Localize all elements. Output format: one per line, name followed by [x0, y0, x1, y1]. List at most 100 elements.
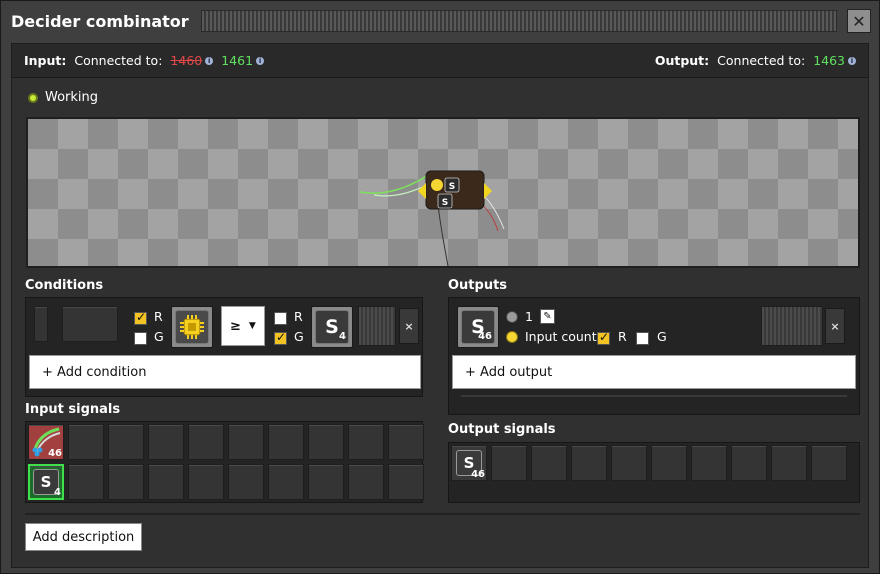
footer-divider — [25, 513, 860, 515]
constant-radio[interactable] — [506, 311, 518, 323]
input-green-network-id: 1461 — [221, 53, 254, 68]
input-signal-slot[interactable]: S 4 — [28, 464, 64, 500]
empty-signal-slot — [531, 445, 567, 481]
everything-signal-icon — [180, 315, 204, 339]
empty-signal-slot — [491, 445, 527, 481]
empty-signal-slot — [228, 464, 264, 500]
signal-count: 4 — [339, 331, 346, 342]
empty-signal-slot — [188, 464, 224, 500]
input-signals-label: Input signals — [25, 402, 121, 417]
connection-bar: Input: Connected to: 1460 i 1461 i Outpu… — [12, 44, 868, 78]
empty-signal-slot — [571, 445, 607, 481]
input-red-network-id: 1460 — [170, 53, 203, 68]
empty-signal-slot — [348, 464, 384, 500]
empty-signal-slot — [148, 424, 184, 460]
left-green-label: G — [154, 329, 164, 344]
condition-drag-area[interactable] — [358, 306, 396, 346]
comparator-dropdown[interactable]: ≥ ▼ — [221, 306, 265, 346]
empty-signal-slot — [771, 445, 807, 481]
output-green-network-id: 1463 — [813, 53, 845, 68]
remove-condition-button[interactable]: × — [399, 308, 419, 344]
window-title: Decider combinator — [11, 11, 189, 31]
drag-handle[interactable] — [200, 10, 837, 32]
constant-value: 1 — [525, 309, 533, 324]
combinator-content: Input: Connected to: 1460 i 1461 i Outpu… — [11, 43, 869, 568]
condition-drag-handle[interactable] — [34, 306, 48, 342]
input-signals-grid: 46 S 4 — [25, 421, 424, 503]
outputs-label: Outputs — [448, 278, 508, 293]
empty-signal-slot — [188, 424, 224, 460]
status-indicator: Working — [28, 90, 98, 105]
conditions-label: Conditions — [25, 278, 104, 293]
add-condition-button[interactable]: + Add condition — [29, 355, 421, 389]
output-green-checkbox[interactable] — [636, 332, 649, 345]
output-connected-label: Connected to: — [717, 53, 806, 68]
divider — [461, 395, 847, 397]
conditions-panel: R G ≥ — [25, 297, 423, 397]
comparator-value: ≥ — [230, 318, 241, 334]
right-red-checkbox[interactable] — [274, 312, 287, 325]
close-icon: × — [830, 319, 840, 333]
condition-second-signal[interactable]: S 4 — [311, 306, 353, 348]
close-icon: × — [404, 319, 414, 333]
chevron-down-icon: ▼ — [248, 321, 256, 331]
signal-s-icon: S — [325, 316, 339, 338]
info-icon[interactable]: i — [205, 56, 214, 65]
left-red-checkbox[interactable] — [134, 310, 147, 325]
input-signal-slot[interactable]: 46 — [28, 424, 64, 460]
close-icon: ✕ — [852, 11, 866, 31]
info-icon[interactable]: i — [848, 56, 856, 65]
empty-signal-slot — [268, 424, 304, 460]
input-connected-label: Connected to: — [74, 53, 163, 68]
entity-preview[interactable]: S S — [26, 117, 860, 268]
empty-signal-slot — [68, 424, 104, 460]
status-text: Working — [45, 90, 99, 105]
output-signal[interactable]: S 46 — [457, 306, 499, 348]
signal-count: 46 — [471, 469, 485, 480]
pencil-icon: ✎ — [543, 311, 552, 322]
info-icon[interactable]: i — [256, 56, 265, 65]
remove-output-button[interactable]: × — [825, 308, 845, 344]
signal-count: 46 — [48, 448, 62, 459]
empty-signal-slot — [731, 445, 767, 481]
input-count-radio[interactable] — [506, 331, 518, 343]
input-count-label: Input count — [525, 329, 597, 344]
output-red-checkbox[interactable] — [597, 330, 610, 345]
title-bar[interactable]: Decider combinator ✕ — [1, 1, 879, 41]
outputs-panel: S 46 1 ✎ Input count R G × + Add output — [448, 297, 860, 415]
edit-constant-button[interactable]: ✎ — [540, 309, 555, 324]
empty-signal-slot — [308, 424, 344, 460]
output-drag-area[interactable] — [761, 306, 823, 346]
right-red-label: R — [294, 309, 303, 324]
output-label: Output: — [654, 53, 710, 68]
empty-signal-slot — [651, 445, 687, 481]
empty-signal-slot — [108, 464, 144, 500]
add-output-button[interactable]: + Add output — [452, 355, 856, 389]
left-red-label: R — [154, 309, 163, 324]
signal-count: 4 — [54, 487, 61, 498]
empty-signal-slot — [691, 445, 727, 481]
input-label: Input: — [24, 53, 67, 68]
signal-s-icon: S — [40, 473, 52, 491]
empty-signal-slot — [108, 424, 144, 460]
left-green-checkbox[interactable] — [134, 332, 147, 345]
condition-left-slot[interactable] — [62, 306, 118, 342]
output-red-label: R — [618, 329, 627, 344]
combinator-sprite: S S — [359, 170, 505, 266]
preview-signal-s: S — [442, 198, 448, 208]
empty-signal-slot — [348, 424, 384, 460]
close-button[interactable]: ✕ — [847, 9, 871, 33]
right-green-checkbox[interactable] — [274, 330, 287, 345]
right-green-label: G — [294, 329, 304, 344]
empty-signal-slot — [148, 464, 184, 500]
status-led-icon — [28, 92, 38, 103]
add-description-button[interactable]: Add description — [25, 523, 142, 551]
signal-count: 46 — [478, 331, 492, 342]
empty-signal-slot — [68, 464, 104, 500]
output-green-label: G — [657, 329, 667, 344]
output-signal-slot[interactable]: S 46 — [451, 445, 487, 481]
empty-signal-slot — [611, 445, 647, 481]
output-signals-grid: S 46 — [448, 442, 860, 503]
condition-first-signal[interactable] — [171, 306, 213, 348]
empty-signal-slot — [228, 424, 264, 460]
